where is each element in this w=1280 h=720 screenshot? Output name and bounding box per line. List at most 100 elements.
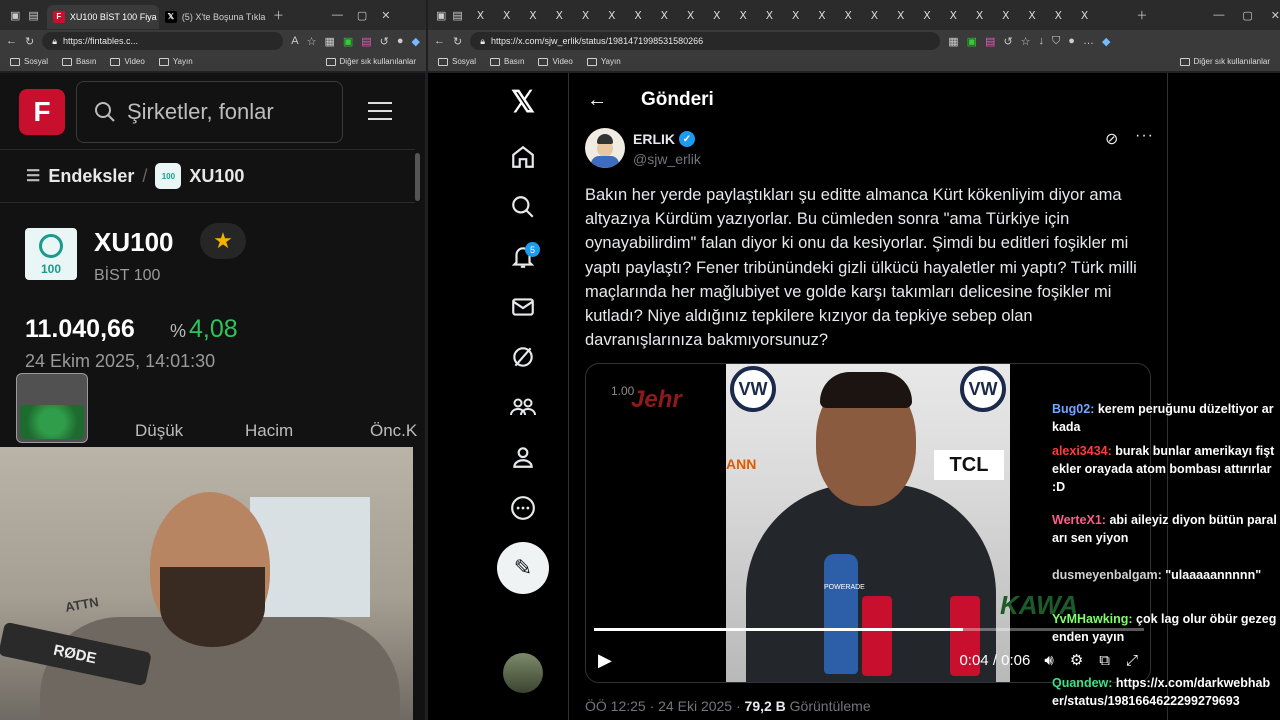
reload-icon[interactable]: ↻ — [25, 35, 34, 48]
favorite-icon[interactable]: ☆ — [307, 35, 317, 48]
bookmark-folder[interactable]: Basın — [490, 57, 524, 66]
tab-x-favicon: X — [1002, 9, 1009, 22]
bookmark-folder[interactable]: Video — [110, 57, 145, 66]
avatar-hair — [597, 134, 613, 144]
minimize-icon[interactable]: — — [332, 9, 343, 21]
scrollbar[interactable] — [415, 153, 420, 201]
profile-icon[interactable]: ● — [397, 35, 404, 47]
video-progress-fill — [594, 628, 963, 631]
copilot-icon[interactable]: ◆ — [412, 35, 420, 48]
more-icon[interactable]: … — [1083, 35, 1094, 47]
workspace-icon[interactable]: ▣ — [10, 9, 20, 22]
extension-icon[interactable]: ▤ — [361, 35, 371, 48]
url-field[interactable]: 🔒︎ https://x.com/sjw_erlik/status/198147… — [470, 32, 941, 50]
extension-icon[interactable]: ▤ — [985, 35, 995, 48]
bookmark-folder[interactable]: Yayın — [586, 57, 621, 66]
account-avatar[interactable] — [503, 653, 543, 693]
tab-x-favicon: X — [739, 9, 746, 22]
bookmark-folder[interactable]: Sosyal — [10, 57, 48, 66]
author-handle[interactable]: @sjw_erlik — [633, 151, 701, 167]
pip-icon[interactable]: ⧉ — [1099, 652, 1110, 669]
xu100-mini-logo: 100 — [155, 163, 182, 189]
lock-icon: 🔒︎ — [52, 35, 58, 46]
shield-icon[interactable]: ⛉ — [1052, 35, 1060, 48]
other-bookmarks[interactable]: Diğer sık kullanılanlar — [1179, 57, 1270, 66]
menu-icon[interactable] — [368, 102, 392, 120]
more-options-icon[interactable] — [498, 491, 548, 525]
fullscreen-icon[interactable]: ⤢ — [1126, 652, 1138, 669]
player-hair — [820, 372, 912, 408]
favorite-star-button[interactable]: ★ — [200, 223, 246, 259]
bookmark-folder[interactable]: Basın — [62, 57, 96, 66]
chat-message: alexi3434: burak bunlar amerikayı fiştek… — [1052, 442, 1277, 496]
post-time[interactable]: ÖÖ 12:25 · 24 Eki 2025 · — [585, 698, 745, 714]
communities-icon[interactable] — [498, 390, 548, 424]
profile-icon[interactable]: ● — [1068, 35, 1075, 47]
breadcrumb-parent[interactable]: Endeksler — [48, 166, 134, 187]
right-bookmarks-bar: Sosyal Basın Video Yayın Diğer sık kulla… — [428, 52, 1280, 72]
other-bookmarks[interactable]: Diğer sık kullanılanlar — [325, 57, 416, 66]
copilot-icon[interactable]: ◆ — [1102, 35, 1110, 48]
bookmark-folder[interactable]: Sosyal — [438, 57, 476, 66]
author-avatar[interactable] — [585, 128, 625, 168]
profile-icon[interactable] — [498, 440, 548, 474]
folder-icon — [325, 57, 336, 66]
tab-x-favicon: X — [976, 9, 983, 22]
close-window-icon[interactable]: ✕ — [381, 9, 390, 22]
bookmark-folder[interactable]: Video — [538, 57, 573, 66]
search-input[interactable]: Şirketler, fonlar — [76, 81, 343, 143]
play-icon[interactable]: ▶ — [598, 650, 612, 671]
more-icon[interactable]: ··· — [1135, 127, 1154, 145]
back-icon[interactable]: ← — [6, 35, 17, 47]
minimize-icon[interactable]: — — [1213, 9, 1224, 21]
workspace-icon[interactable]: ▣ — [436, 9, 446, 22]
tab-fintables[interactable]: F XU100 BİST 100 Fiya ✕ — [46, 4, 159, 29]
post-timestamp: ÖÖ 12:25 · 24 Eki 2025 · 79,2 B Görüntül… — [585, 698, 871, 714]
author-name[interactable]: ERLIK ✓ — [633, 131, 695, 147]
extension-icon[interactable]: ▣ — [343, 35, 353, 48]
x-logo-icon[interactable]: 𝕏 — [498, 85, 548, 119]
bookmark-label: Diğer sık kullanılanlar — [1193, 57, 1270, 66]
index-subtitle: BİST 100 — [94, 267, 161, 284]
volume-icon[interactable]: 🔊︎ — [1044, 652, 1053, 669]
jar-fill — [20, 405, 84, 439]
download-icon[interactable]: ↓ — [1039, 35, 1045, 47]
tab-x-favicon: X — [766, 9, 773, 22]
logo-ring — [39, 234, 63, 258]
favorites-icon[interactable]: ☆ — [1021, 35, 1031, 48]
back-icon[interactable]: ← — [434, 35, 445, 47]
tab-actions-icon[interactable]: ▤ — [452, 9, 462, 22]
extension-icon[interactable]: ▦ — [324, 35, 334, 48]
messages-icon[interactable] — [498, 290, 548, 324]
notifications-icon[interactable]: 5 — [498, 240, 548, 274]
extension-icon[interactable]: ▦ — [948, 35, 958, 48]
compose-post-button[interactable]: ✎ — [497, 542, 549, 594]
home-icon[interactable] — [498, 140, 548, 174]
close-window-icon[interactable]: ✕ — [1271, 9, 1280, 22]
grok-icon[interactable] — [498, 340, 548, 374]
chat-username: WerteX1: — [1052, 513, 1110, 527]
url-field[interactable]: 🔒︎ https://fintables.c... — [42, 32, 284, 50]
settings-icon[interactable]: ⚙ — [1070, 651, 1083, 669]
xu100-logo: 100 — [25, 228, 77, 280]
maximize-icon[interactable]: ▢ — [1242, 9, 1252, 22]
grok-explain-icon[interactable]: ⊘ — [1105, 129, 1118, 149]
folder-icon — [158, 57, 169, 66]
search-icon[interactable] — [498, 190, 548, 224]
tab-strip-icons[interactable]: XXXXXXXXXXXXXXXXXXXXXXXX — [469, 8, 1131, 22]
new-tab-icon[interactable]: ＋ — [1136, 7, 1147, 23]
fintables-logo[interactable]: F — [19, 89, 65, 135]
reload-icon[interactable]: ↻ — [453, 35, 462, 48]
maximize-icon[interactable]: ▢ — [357, 9, 367, 22]
bookmark-folder[interactable]: Yayın — [158, 57, 193, 66]
change-percent: 4,08 — [189, 315, 238, 343]
tab-actions-icon[interactable]: ▤ — [28, 9, 38, 22]
new-tab-icon[interactable]: ＋ — [273, 7, 284, 23]
chat-message: Quandew: https://x.com/darkwebhaber/stat… — [1052, 674, 1277, 710]
back-arrow-icon[interactable]: ← — [587, 89, 607, 112]
refresh-extension-icon[interactable]: ↺ — [380, 35, 389, 48]
tab-x[interactable]: 𝕏 (5) X'te Boşuna Tıkla ✕ — [159, 5, 267, 29]
extension-icon[interactable]: ▣ — [967, 35, 977, 48]
read-aloud-icon[interactable]: A — [291, 35, 298, 47]
refresh-extension-icon[interactable]: ↺ — [1003, 35, 1012, 48]
